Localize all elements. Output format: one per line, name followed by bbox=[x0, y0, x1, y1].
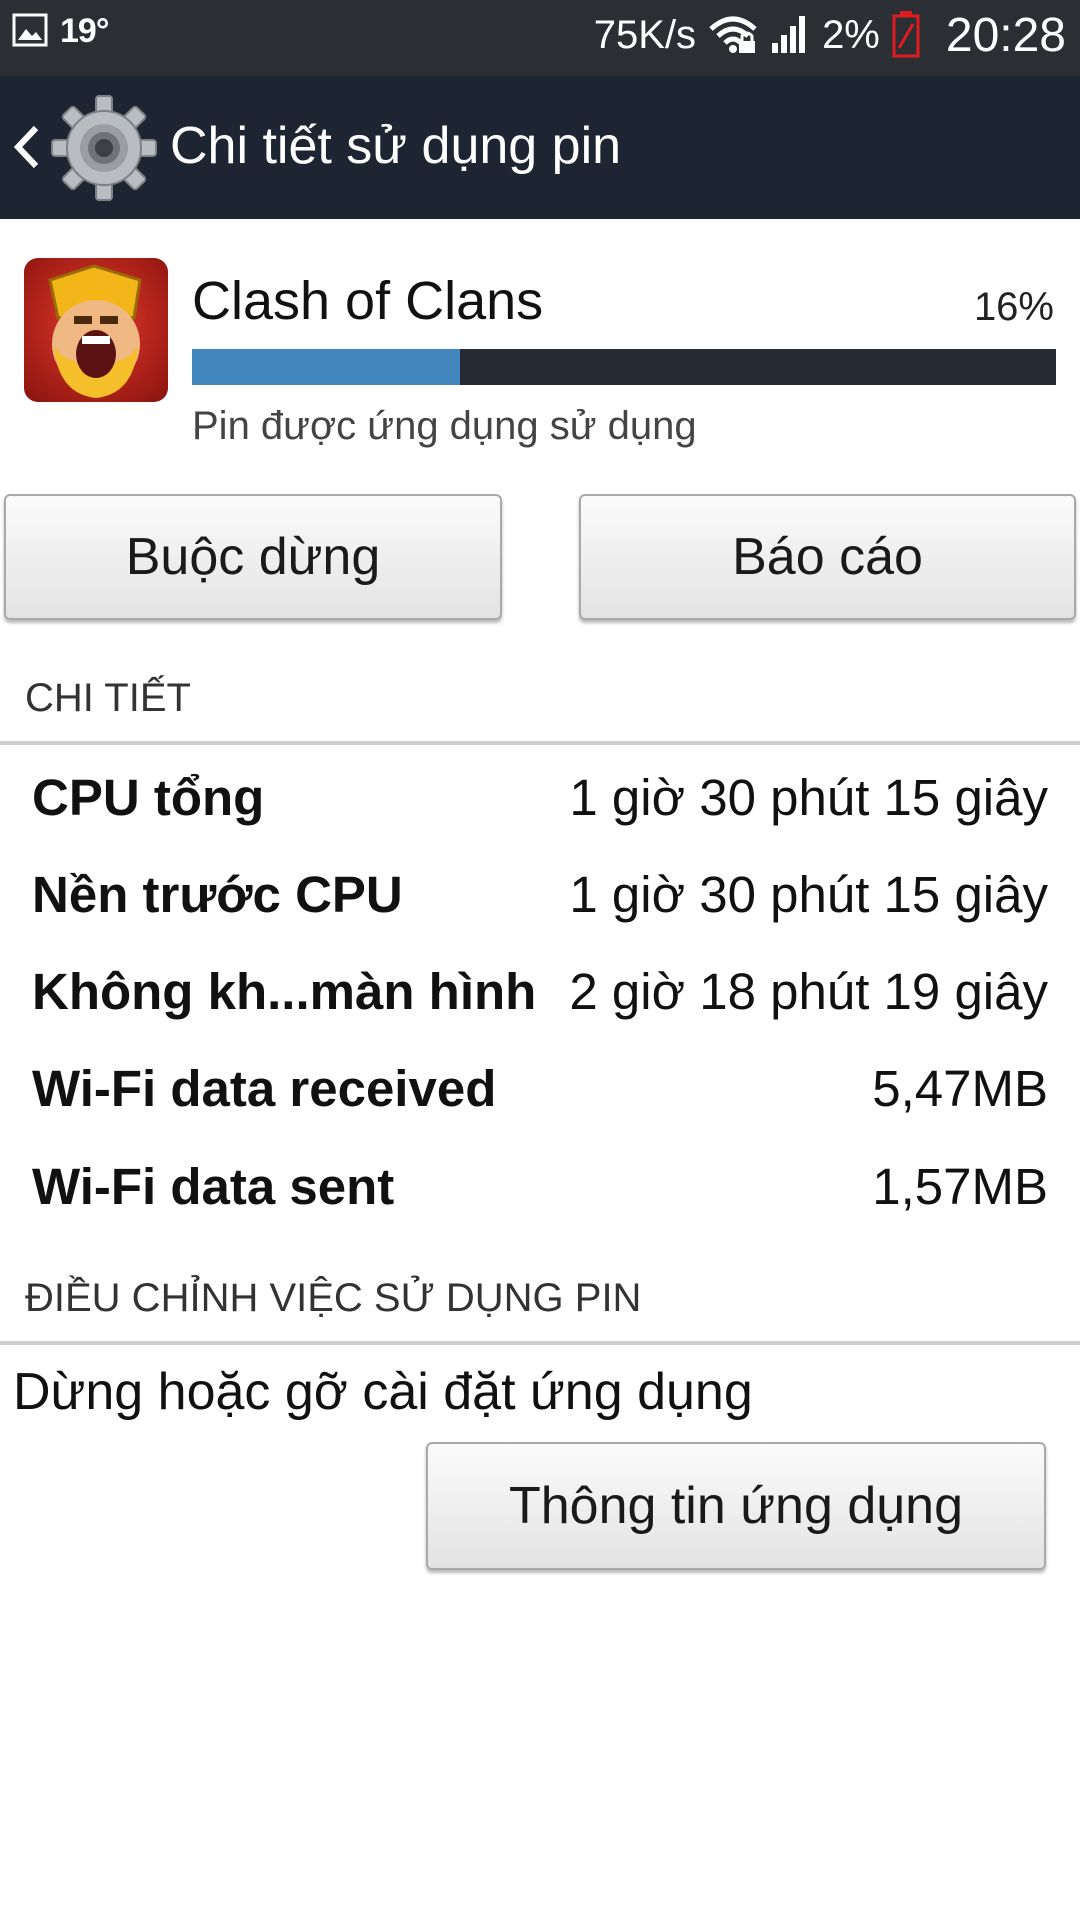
app-info-button[interactable]: Thông tin ứng dụng bbox=[426, 1442, 1046, 1570]
detail-label: Nền trước CPU bbox=[32, 865, 403, 923]
detail-label: Wi-Fi data received bbox=[32, 1059, 497, 1117]
app-icon bbox=[24, 258, 168, 402]
report-button[interactable]: Báo cáo bbox=[579, 494, 1076, 620]
detail-row: Nền trước CPU 1 giờ 30 phút 15 giây bbox=[32, 849, 1048, 939]
settings-gear-icon[interactable] bbox=[50, 94, 158, 206]
network-speed-text: 75K/s bbox=[593, 13, 697, 57]
temperature-text: 19° bbox=[60, 12, 109, 50]
usage-progress-fill bbox=[192, 349, 460, 385]
detail-row: CPU tổng 1 giờ 30 phút 15 giây bbox=[32, 752, 1048, 842]
detail-value: 1,57MB bbox=[872, 1157, 1048, 1215]
app-usage-percent: 16% bbox=[973, 285, 1054, 329]
detail-row: Wi-Fi data received 5,47MB bbox=[32, 1043, 1048, 1133]
detail-value: 5,47MB bbox=[872, 1059, 1048, 1117]
detail-label: Không kh...màn hình bbox=[32, 962, 537, 1020]
detail-value: 1 giờ 30 phút 15 giây bbox=[569, 865, 1048, 923]
image-icon bbox=[12, 13, 48, 51]
page-title: Chi tiết sử dụng pin bbox=[170, 117, 622, 175]
detail-row: Wi-Fi data sent 1,57MB bbox=[32, 1141, 1048, 1231]
battery-low-icon bbox=[892, 10, 920, 62]
adjust-section-header: ĐIỀU CHỈNH VIỆC SỬ DỤNG PIN bbox=[25, 1276, 642, 1320]
back-chevron-icon[interactable] bbox=[8, 114, 42, 184]
clock-text: 20:28 bbox=[945, 9, 1066, 62]
signal-icon bbox=[770, 13, 810, 59]
detail-row: Không kh...màn hình 2 giờ 18 phút 19 giâ… bbox=[32, 946, 1048, 1036]
app-name: Clash of Clans bbox=[192, 271, 544, 331]
detail-label: Wi-Fi data sent bbox=[32, 1157, 395, 1215]
status-bar: 19° 75K/s 2% 20:28 bbox=[0, 0, 1080, 76]
details-section-header: CHI TIẾT bbox=[25, 676, 191, 720]
section-divider bbox=[0, 741, 1080, 745]
force-stop-button[interactable]: Buộc dừng bbox=[4, 494, 502, 620]
usage-progress-bar bbox=[192, 349, 1056, 385]
adjust-description: Dừng hoặc gỡ cài đặt ứng dụng bbox=[13, 1363, 753, 1421]
detail-value: 1 giờ 30 phút 15 giây bbox=[569, 768, 1048, 826]
detail-value: 2 giờ 18 phút 19 giây bbox=[569, 962, 1048, 1020]
action-bar: Chi tiết sử dụng pin bbox=[0, 76, 1080, 219]
app-usage-subtitle: Pin được ứng dụng sử dụng bbox=[192, 404, 697, 448]
wifi-icon bbox=[708, 13, 758, 59]
battery-percent-text: 2% bbox=[822, 13, 880, 57]
section-divider bbox=[0, 1341, 1080, 1345]
detail-label: CPU tổng bbox=[32, 768, 265, 826]
